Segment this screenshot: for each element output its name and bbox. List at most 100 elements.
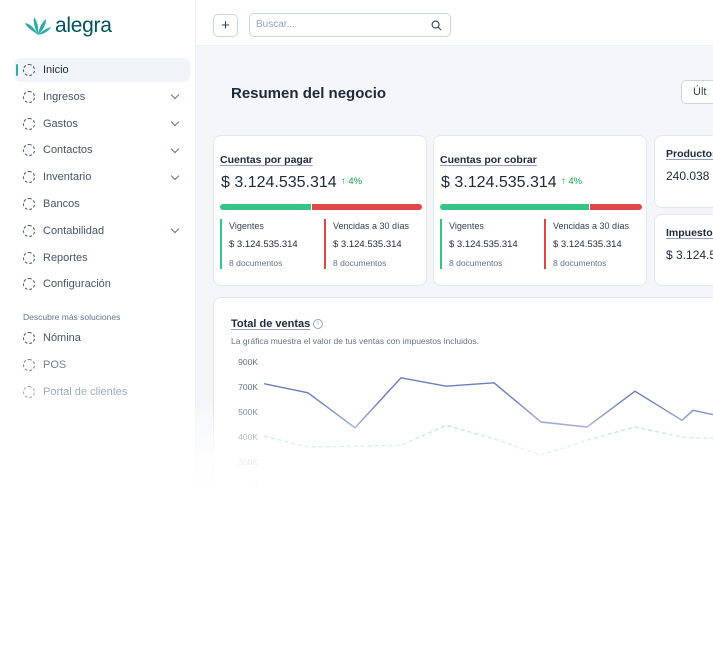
x-tick-label: 01 Ene bbox=[264, 490, 291, 500]
card-title[interactable]: Cuentas por cobrar bbox=[440, 154, 537, 166]
sidebar-item-contabilidad[interactable]: Contabilidad bbox=[14, 219, 190, 243]
y-tick-label: 700K bbox=[238, 382, 258, 392]
card-title[interactable]: Impuestos bbox=[666, 227, 713, 239]
solution-item-nomina[interactable]: Nómina bbox=[14, 326, 190, 350]
sidebar-item-inventario[interactable]: Inventario bbox=[14, 165, 190, 189]
card-delta: ↑ 4% bbox=[561, 176, 583, 187]
dashed-circle-icon bbox=[23, 358, 35, 371]
sidebar-item-label: Gastos bbox=[43, 117, 78, 130]
dashed-circle-icon bbox=[23, 385, 35, 398]
solution-item-label: Portal de clientes bbox=[43, 385, 128, 398]
dashed-circle-icon bbox=[23, 197, 35, 210]
current-column: Vigentes $ 3.124.535.314 8 documentos bbox=[440, 219, 536, 269]
y-tick-label: 300K bbox=[238, 457, 258, 467]
current-column: Vigentes $ 3.124.535.314 8 documentos bbox=[220, 219, 316, 269]
page-title: Resumen del negocio bbox=[231, 85, 387, 102]
dashed-circle-icon bbox=[23, 171, 35, 184]
card-title[interactable]: Productos bbox=[666, 148, 713, 160]
alegra-logo[interactable]: alegra bbox=[24, 14, 112, 38]
dashed-circle-icon bbox=[23, 278, 35, 291]
accounts-payable-card[interactable]: Cuentas por pagar $ 3.124.535.314 ↑ 4% V… bbox=[213, 135, 427, 286]
dashed-circle-icon bbox=[23, 251, 35, 264]
current-docs: 8 documentos bbox=[449, 258, 503, 268]
progress-bar-overdue bbox=[590, 204, 642, 210]
sidebar-item-label: Configuración bbox=[43, 278, 111, 291]
sidebar-item-inicio[interactable]: Inicio bbox=[14, 58, 190, 82]
sidebar-item-label: Contactos bbox=[43, 144, 93, 157]
x-tick-label: 18 Ene bbox=[626, 490, 653, 500]
overdue-column: Vencidas a 30 días $ 3.124.535.314 8 doc… bbox=[544, 219, 646, 269]
card-amount: $ 3.124.535.314 bbox=[221, 174, 337, 191]
search-box[interactable] bbox=[249, 13, 451, 37]
solution-item-portal-de-clientes[interactable]: Portal de clientes bbox=[14, 380, 190, 404]
card-title[interactable]: Cuentas por pagar bbox=[220, 154, 313, 166]
dashed-circle-icon bbox=[23, 224, 35, 237]
add-button[interactable]: + bbox=[213, 14, 238, 37]
y-tick-label: 900K bbox=[238, 357, 258, 367]
current-amount: $ 3.124.535.314 bbox=[449, 239, 518, 250]
y-tick-label: 500K bbox=[238, 407, 258, 417]
card-value: 240.038 bbox=[666, 169, 710, 183]
solution-item-label: Nómina bbox=[43, 332, 81, 344]
solution-item-pos[interactable]: POS bbox=[14, 353, 190, 377]
sidebar-item-label: Contabilidad bbox=[43, 224, 105, 237]
sidebar-item-reportes[interactable]: Reportes bbox=[14, 246, 190, 270]
chevron-down-icon[interactable] bbox=[170, 171, 180, 180]
overdue-amount: $ 3.124.535.314 bbox=[333, 239, 402, 250]
main-nav: Inicio Ingresos Gastos Contactos Inventario B… bbox=[14, 58, 190, 299]
current-docs: 8 documentos bbox=[229, 258, 283, 268]
sidebar-item-label: Bancos bbox=[43, 197, 80, 210]
overdue-label: Vencidas a 30 días bbox=[333, 221, 410, 231]
overdue-docs: 8 documentos bbox=[553, 258, 607, 268]
sidebar-item-label: Inventario bbox=[43, 171, 92, 184]
current-amount: $ 3.124.535.314 bbox=[229, 239, 298, 250]
search-input[interactable] bbox=[256, 19, 426, 30]
sidebar-item-label: Ingresos bbox=[43, 90, 86, 103]
current-label: Vigentes bbox=[449, 221, 484, 231]
sidebar-item-label: Reportes bbox=[43, 251, 88, 264]
dashed-circle-icon bbox=[23, 117, 35, 130]
card-delta: ↑ 4% bbox=[341, 176, 363, 187]
progress-bar-current bbox=[440, 204, 589, 210]
solution-item-label: POS bbox=[43, 358, 67, 371]
brand-name: alegra bbox=[55, 14, 112, 37]
current-label: Vigentes bbox=[229, 221, 264, 231]
sidebar-item-label: Inicio bbox=[43, 64, 69, 76]
overdue-column: Vencidas a 30 días $ 3.124.535.314 8 doc… bbox=[324, 219, 426, 269]
sidebar-item-contactos[interactable]: Contactos bbox=[14, 138, 190, 162]
sidebar: alegra Inicio Ingresos Gastos Contactos Inve… bbox=[0, 0, 196, 647]
y-tick-label: 0 bbox=[253, 481, 258, 491]
search-icon[interactable] bbox=[431, 20, 442, 31]
progress-bar-overdue bbox=[312, 204, 422, 210]
dashed-circle-icon bbox=[23, 144, 35, 157]
comparison-series-line bbox=[263, 424, 713, 457]
overdue-amount: $ 3.124.535.314 bbox=[553, 239, 622, 250]
sidebar-item-configuracion[interactable]: Configuración bbox=[14, 272, 190, 296]
accounts-receivable-card[interactable]: Cuentas por cobrar $ 3.124.535.314 ↑ 4% … bbox=[433, 135, 647, 286]
dashed-circle-icon bbox=[23, 64, 35, 76]
sidebar-item-gastos[interactable]: Gastos bbox=[14, 112, 190, 136]
chevron-down-icon[interactable] bbox=[170, 117, 180, 127]
y-tick-label: 400K bbox=[238, 432, 258, 442]
solutions-nav: Nómina POS Portal de clientes bbox=[14, 326, 190, 406]
overdue-label: Vencidas a 30 días bbox=[553, 221, 630, 231]
card-amount: $ 3.124.535.314 bbox=[441, 174, 557, 191]
products-card[interactable]: Productos 240.038 bbox=[654, 135, 713, 208]
taxes-card[interactable]: Impuestos $ 3.124.5 bbox=[654, 214, 713, 286]
progress-bar-current bbox=[220, 204, 311, 210]
period-selector[interactable]: Últ bbox=[681, 80, 713, 104]
solutions-section-title: Descubre más soluciones bbox=[23, 312, 121, 322]
sidebar-item-ingresos[interactable]: Ingresos bbox=[14, 85, 190, 109]
chevron-down-icon[interactable] bbox=[170, 225, 180, 234]
sales-line-chart: 0 300K 400K 500K 700K 900K 01 Ene 05 Ene 10 Ene 1… bbox=[238, 357, 713, 500]
sales-series-line bbox=[263, 377, 713, 429]
chevron-down-icon[interactable] bbox=[170, 144, 180, 154]
x-tick-label: 10 Ene bbox=[444, 490, 471, 500]
sidebar-item-bancos[interactable]: Bancos bbox=[14, 192, 190, 216]
chevron-down-icon[interactable] bbox=[170, 91, 180, 100]
dashboard-main: Resumen del negocio Últ Cuentas por paga… bbox=[196, 46, 713, 647]
dashed-circle-icon bbox=[23, 90, 35, 103]
dashed-circle-icon bbox=[23, 332, 35, 344]
topbar: + bbox=[196, 0, 713, 46]
card-value: $ 3.124.5 bbox=[666, 248, 713, 262]
